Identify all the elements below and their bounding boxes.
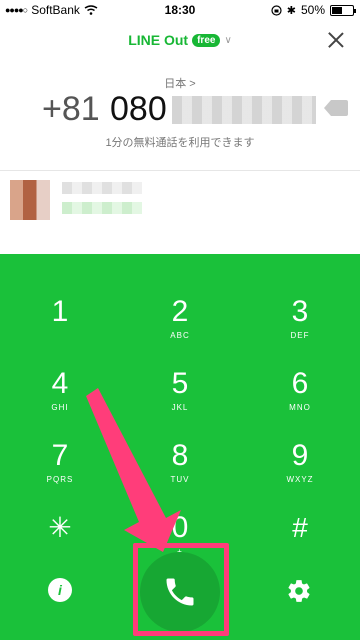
annotation-highlight-box bbox=[133, 543, 229, 636]
